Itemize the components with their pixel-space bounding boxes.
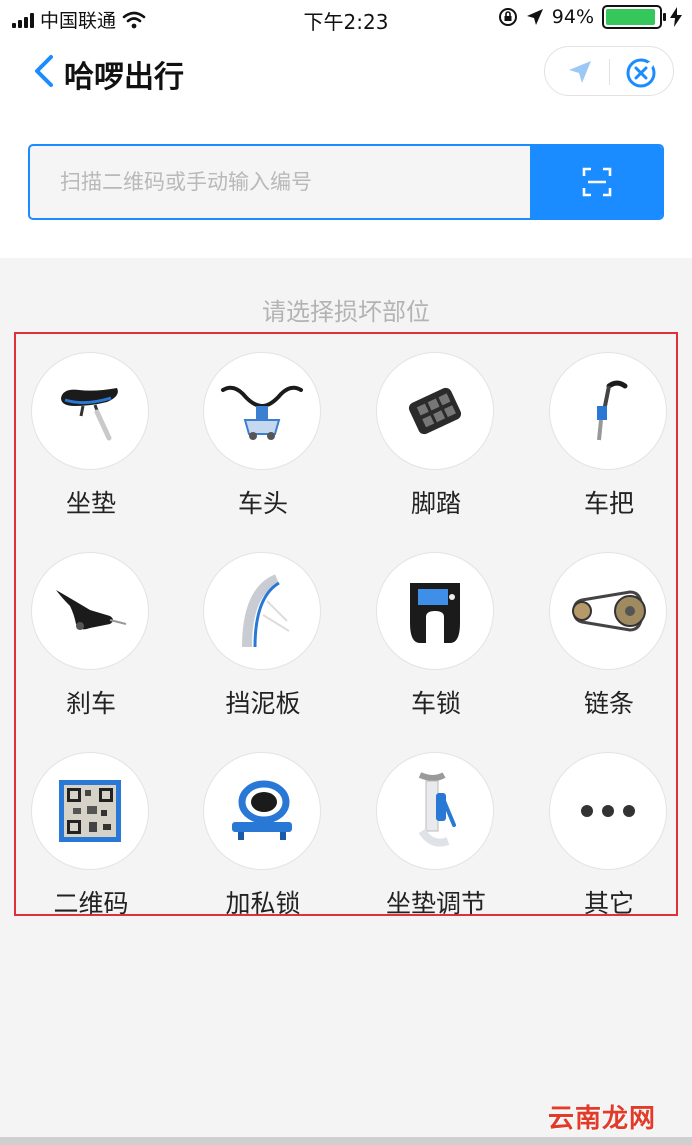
section-title: 请选择损坏部位	[262, 298, 430, 326]
part-label: 坐垫	[65, 489, 116, 518]
part-label: 车锁	[410, 689, 461, 718]
part-label: 车头	[237, 489, 288, 518]
back-chevron-icon[interactable]	[32, 54, 56, 88]
watermark: 云南龙网	[547, 1104, 656, 1134]
pedal-icon	[408, 387, 462, 435]
search-box	[28, 144, 664, 220]
part-other[interactable]: 其它	[534, 752, 684, 942]
more-dots-icon	[581, 805, 635, 817]
bottom-edge	[0, 1137, 692, 1145]
part-qr-code[interactable]: 二维码	[16, 752, 166, 942]
charging-bolt-icon	[670, 7, 682, 27]
seat-clamp-icon	[418, 772, 456, 847]
status-right: 94%	[498, 5, 682, 29]
part-label: 坐垫调节	[385, 889, 486, 918]
part-handlebar-image	[549, 352, 667, 470]
part-qr-image	[31, 752, 149, 870]
location-arrow-icon	[526, 9, 543, 25]
handlebar-icon	[597, 380, 628, 441]
part-pedal[interactable]: 脚踏	[361, 352, 511, 542]
part-label: 车把	[583, 489, 634, 518]
part-fender-image	[203, 552, 321, 670]
part-seat-adjust-image	[376, 752, 494, 870]
part-seat-image	[31, 352, 149, 470]
chain-icon	[572, 590, 646, 632]
part-fender[interactable]: 挡泥板	[188, 552, 338, 742]
parts-grid: 坐垫 车头 脚踏 车把 刹车 挡泥板 车锁 链条 二维码 加私锁 坐垫调节 其它	[14, 332, 678, 918]
part-private-lock[interactable]: 加私锁	[188, 752, 338, 942]
part-other-image	[549, 752, 667, 870]
mini-program-capsule	[544, 46, 674, 96]
part-brake[interactable]: 刹车	[16, 552, 166, 742]
part-lock-image	[376, 552, 494, 670]
part-chain-image	[549, 552, 667, 670]
part-pedal-image	[376, 352, 494, 470]
part-seat[interactable]: 坐垫	[16, 352, 166, 542]
battery-percent: 94%	[551, 6, 594, 28]
part-label: 挡泥板	[225, 689, 301, 718]
part-label: 加私锁	[225, 889, 301, 918]
handlebar-front-icon	[221, 385, 303, 440]
status-bar: 中国联通 下午2:23 94%	[0, 0, 692, 36]
page-title: 哈啰出行	[64, 60, 184, 95]
part-label: 其它	[583, 889, 634, 918]
part-front-image	[203, 352, 321, 470]
brake-lever-icon	[56, 590, 127, 630]
qr-code-icon	[59, 780, 121, 842]
fender-icon	[242, 574, 290, 648]
part-label: 刹车	[65, 689, 116, 718]
part-brake-image	[31, 552, 149, 670]
capsule-divider	[609, 59, 610, 85]
part-label: 链条	[583, 689, 634, 718]
battery-fill	[606, 9, 655, 25]
rotation-lock-icon	[498, 8, 517, 26]
part-handlebar[interactable]: 车把	[534, 352, 684, 542]
part-private-lock-image	[203, 752, 321, 870]
part-lock[interactable]: 车锁	[361, 552, 511, 742]
bike-number-input[interactable]	[30, 146, 530, 218]
part-label: 二维码	[53, 889, 129, 918]
location-icon[interactable]	[567, 59, 593, 85]
part-handlebar-front[interactable]: 车头	[188, 352, 338, 542]
part-label: 脚踏	[410, 489, 461, 518]
private-lock-icon	[232, 780, 292, 840]
scan-icon	[582, 167, 612, 197]
close-icon[interactable]	[625, 57, 657, 89]
header: 哈啰出行	[0, 36, 692, 258]
scan-button[interactable]	[530, 146, 662, 218]
seat-icon	[61, 388, 118, 441]
part-seat-adjust[interactable]: 坐垫调节	[361, 752, 511, 942]
battery-icon	[602, 5, 666, 29]
bike-lock-icon	[410, 583, 460, 643]
part-chain[interactable]: 链条	[534, 552, 684, 742]
